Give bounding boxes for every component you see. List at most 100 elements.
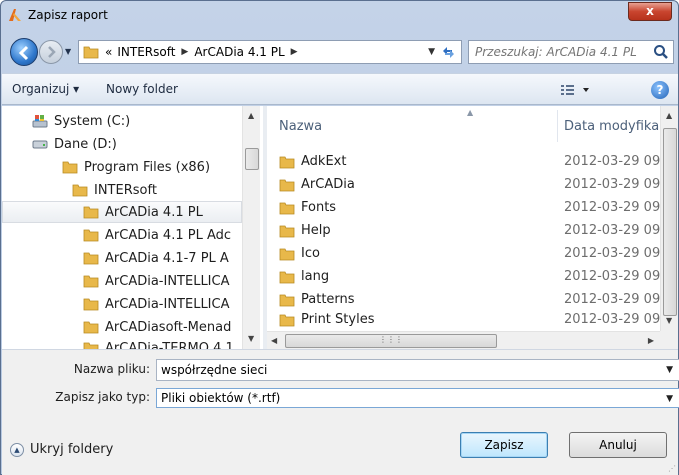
organize-button[interactable]: Organizuj ▾ xyxy=(12,82,79,96)
nav-item-label: ArCADia-INTELLICA xyxy=(105,273,230,289)
title-bar: Zapisz raport x xyxy=(1,1,678,31)
help-button[interactable]: ? xyxy=(651,81,669,99)
nav-item-folder[interactable]: ArCADiasoft-Menad xyxy=(83,316,231,338)
close-button[interactable]: x xyxy=(628,2,672,21)
nav-item-label: ArCADiasoft-Menad xyxy=(105,319,232,335)
file-date: 2012-03-29 09 xyxy=(564,312,661,327)
search-icon[interactable] xyxy=(653,44,669,60)
chevron-down-icon[interactable]: ▼ xyxy=(428,47,435,57)
nav-item-program-files[interactable]: Program Files (x86) xyxy=(62,156,210,178)
nav-item-label: ArCADia 4.1-7 PL A xyxy=(105,250,229,266)
search-input[interactable] xyxy=(469,41,649,63)
file-date: 2012-03-29 09 xyxy=(564,177,661,192)
folder-icon xyxy=(83,298,99,311)
file-date: 2012-03-29 09 xyxy=(564,223,661,238)
folder-icon xyxy=(83,229,99,242)
filename-input[interactable] xyxy=(157,360,657,380)
filetype-label: Zapisz jako typ: xyxy=(55,390,150,404)
nav-item-folder[interactable]: ArCADia-INTELLICA xyxy=(83,270,230,292)
folder-icon xyxy=(62,161,78,174)
folder-icon xyxy=(83,252,99,265)
drive-icon xyxy=(32,140,48,149)
file-row[interactable]: AdkExt xyxy=(279,150,346,173)
folder-icon xyxy=(279,248,295,260)
filetype-select[interactable]: Pliki obiektów (*.rtf) ▼ xyxy=(156,388,679,408)
nav-scrollbar[interactable]: ▲ ▼ xyxy=(242,106,260,349)
recent-locations-dropdown[interactable]: ▼ xyxy=(65,47,75,57)
file-row[interactable]: Print Styles xyxy=(279,308,374,331)
nav-item-label: ArCADia-TERMO 4.1 xyxy=(105,340,234,350)
breadcrumb-item[interactable]: ArCADia 4.1 PL xyxy=(194,45,284,59)
address-bar[interactable]: « INTERsoft ▶ ArCADia 4.1 PL ▶ ▼ xyxy=(78,40,462,64)
file-name: AdkExt xyxy=(301,154,347,169)
file-date: 2012-03-29 09 xyxy=(564,269,661,284)
breadcrumb-item[interactable]: INTERsoft xyxy=(117,45,175,59)
new-folder-button[interactable]: Nowy folder xyxy=(106,82,178,96)
scroll-up-icon[interactable]: ▲ xyxy=(666,111,672,120)
scroll-down-icon[interactable]: ▼ xyxy=(666,316,672,325)
cancel-button[interactable]: Anuluj xyxy=(569,432,667,458)
horizontal-scrollbar[interactable]: ◀ ⋮⋮⋮ ▶ xyxy=(267,331,660,349)
column-header-date[interactable]: Data modyfikac xyxy=(564,106,666,142)
nav-item-arcadia-selected[interactable]: ArCADia 4.1 PL xyxy=(2,201,242,223)
scroll-up-icon[interactable]: ▲ xyxy=(248,111,254,120)
column-divider[interactable] xyxy=(557,110,558,142)
folder-icon xyxy=(83,321,99,334)
folder-icon xyxy=(83,46,99,59)
nav-item-folder[interactable]: ArCADia-TERMO 4.1 xyxy=(83,337,234,349)
scroll-down-icon[interactable]: ▼ xyxy=(248,334,254,343)
back-button[interactable] xyxy=(10,38,38,66)
command-toolbar: Organizuj ▾ Nowy folder ? xyxy=(2,73,678,105)
refresh-icon[interactable] xyxy=(440,44,457,61)
folder-icon xyxy=(279,271,295,283)
file-row[interactable]: Help xyxy=(279,219,331,242)
folder-icon xyxy=(279,202,295,214)
address-row: ▼ « INTERsoft ▶ ArCADia 4.1 PL ▶ ▼ xyxy=(1,31,678,73)
chevron-down-icon[interactable]: ▼ xyxy=(666,365,673,375)
resize-grip-icon[interactable]: ⋰ xyxy=(668,464,676,473)
chevron-right-icon[interactable]: ▶ xyxy=(291,47,298,57)
nav-item-label: INTERsoft xyxy=(94,182,157,198)
nav-item-data-drive[interactable]: Dane (D:) xyxy=(32,133,117,155)
sort-ascending-icon: ▲ xyxy=(467,108,474,117)
scroll-thumb[interactable] xyxy=(245,148,259,170)
view-options-button[interactable] xyxy=(559,82,599,98)
filetype-value: Pliki obiektów (*.rtf) xyxy=(161,391,281,405)
file-date: 2012-03-29 09 xyxy=(564,154,661,169)
folder-icon xyxy=(279,225,295,237)
chevron-right-icon[interactable]: ▶ xyxy=(181,47,188,57)
scroll-corner xyxy=(660,331,678,349)
nav-item-intersoft[interactable]: INTERsoft xyxy=(72,179,157,201)
window-title: Zapisz raport xyxy=(28,8,108,22)
file-list-scrollbar[interactable]: ▲ ▼ xyxy=(660,106,678,331)
forward-button[interactable] xyxy=(39,40,63,64)
column-header-name[interactable]: Nazwa xyxy=(279,106,322,142)
file-date: 2012-03-29 09 xyxy=(564,200,661,215)
file-row[interactable]: lang xyxy=(279,265,329,288)
folder-icon xyxy=(279,294,295,306)
scroll-thumb[interactable]: ⋮⋮⋮ xyxy=(285,334,497,348)
scroll-right-icon[interactable]: ▶ xyxy=(648,336,654,345)
app-logo-icon xyxy=(9,9,21,21)
nav-item-folder[interactable]: ArCADia 4.1-7 PL A xyxy=(83,247,229,269)
nav-item-folder[interactable]: ArCADia-INTELLICA xyxy=(83,293,230,315)
save-button[interactable]: Zapisz xyxy=(460,432,548,458)
file-name: Print Styles xyxy=(301,312,375,327)
search-box[interactable] xyxy=(468,40,674,64)
file-name: ArCADia xyxy=(301,177,355,192)
file-date: 2012-03-29 09 xyxy=(564,246,661,261)
nav-item-folder[interactable]: ArCADia 4.1 PL Adc xyxy=(83,224,231,246)
file-row[interactable]: ArCADia xyxy=(279,173,355,196)
hide-folders-toggle[interactable]: ▲ Ukryj foldery xyxy=(10,442,113,457)
file-row[interactable]: Ico xyxy=(279,242,320,265)
filename-combobox[interactable]: ▼ xyxy=(156,359,679,381)
scroll-thumb[interactable] xyxy=(663,128,677,316)
folder-icon xyxy=(83,275,99,288)
arrow-right-icon xyxy=(48,46,56,58)
nav-item-system-drive[interactable]: System (C:) xyxy=(32,110,130,132)
scroll-left-icon[interactable]: ◀ xyxy=(271,336,277,345)
file-row[interactable]: Fonts xyxy=(279,196,336,219)
view-list-icon xyxy=(561,85,589,95)
chevron-down-icon[interactable]: ▼ xyxy=(666,394,673,404)
breadcrumb-overflow[interactable]: « xyxy=(105,45,112,59)
